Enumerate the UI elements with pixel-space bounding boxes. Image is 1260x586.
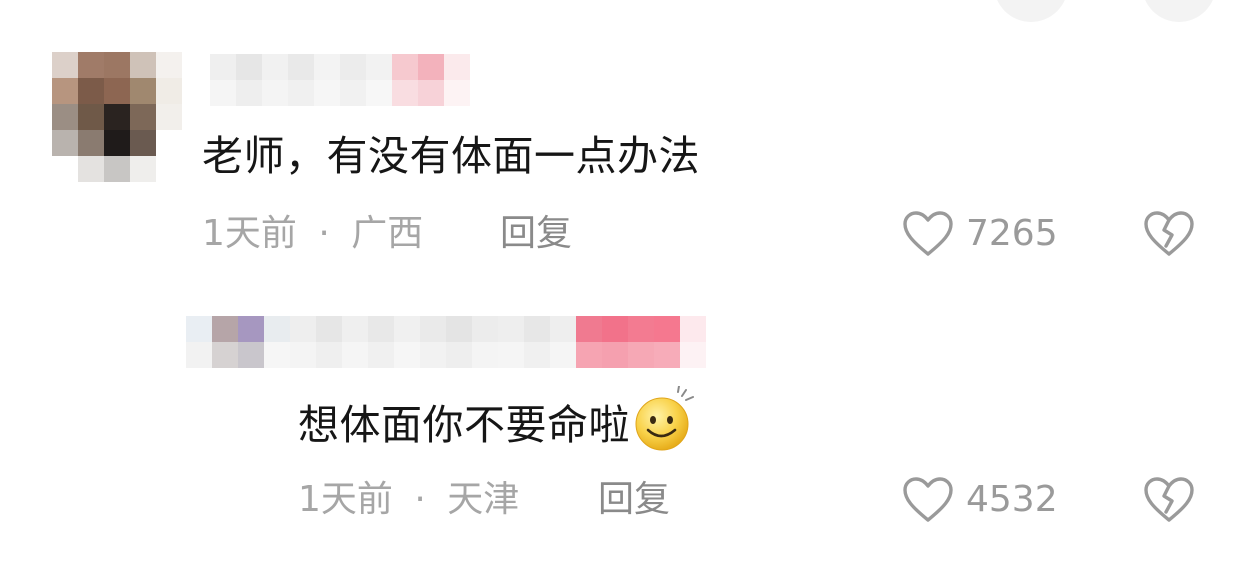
top-action-circle[interactable] <box>1142 0 1216 22</box>
broken-heart-icon <box>1144 211 1194 256</box>
comment-location: 天津 <box>447 479 520 520</box>
username[interactable] <box>210 54 470 106</box>
dislike-button[interactable] <box>1143 210 1195 262</box>
meta-separator: · <box>414 479 426 520</box>
heart-outline-icon <box>903 477 953 522</box>
smile-emoji <box>635 386 694 451</box>
comment-thread: 老师，有没有体面一点办法 1天前 · 广西 回复 7265 想体面你不要命啦 1… <box>0 0 1260 586</box>
heart-outline-icon <box>903 211 953 256</box>
top-action-circle[interactable] <box>994 0 1068 22</box>
like-button[interactable]: 7265 <box>902 210 1058 258</box>
comment-text: 想体面你不要命啦 <box>298 400 630 449</box>
comment-meta: 1天前 · 广西 <box>202 216 423 252</box>
avatar[interactable] <box>52 52 182 182</box>
broken-heart-icon <box>1144 477 1194 522</box>
comment-text-row: 想体面你不要命啦 <box>298 386 698 452</box>
username[interactable] <box>290 316 706 368</box>
comment-time: 1天前 <box>298 479 393 520</box>
dislike-button[interactable] <box>1143 476 1195 528</box>
like-count: 7265 <box>966 213 1058 254</box>
reply-button[interactable]: 回复 <box>500 216 572 252</box>
like-count: 4532 <box>966 479 1058 520</box>
comment-time: 1天前 <box>202 213 297 254</box>
comment-location: 广西 <box>351 213 424 254</box>
comment-text: 老师，有没有体面一点办法 <box>202 132 700 180</box>
like-button[interactable]: 4532 <box>902 476 1058 524</box>
meta-separator: · <box>318 213 330 254</box>
reply-button[interactable]: 回复 <box>598 482 670 518</box>
avatar[interactable] <box>186 316 290 368</box>
comment-meta: 1天前 · 天津 <box>298 482 519 518</box>
